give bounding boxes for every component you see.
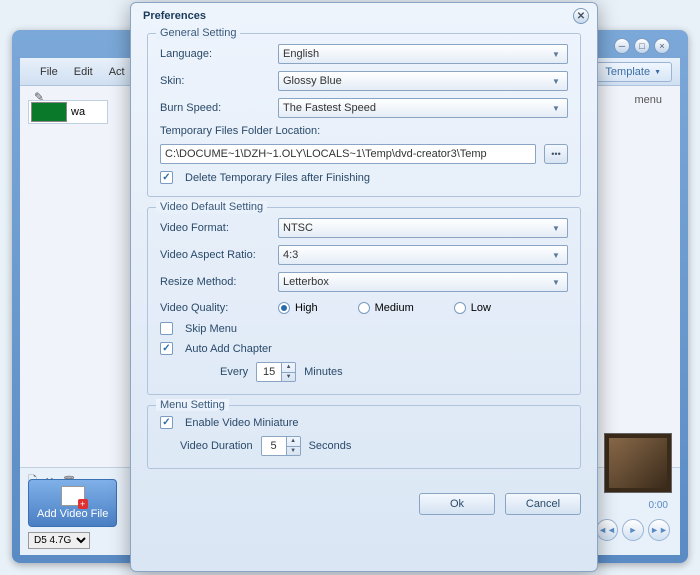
every-label: Every bbox=[220, 366, 248, 378]
auto-chapter-label: Auto Add Chapter bbox=[185, 343, 272, 355]
video-format-label: Video Format: bbox=[160, 222, 270, 234]
menu-setting-group: Menu Setting ✓ Enable Video Miniature Vi… bbox=[147, 405, 581, 469]
duration-spinner[interactable]: 5 ▲▼ bbox=[261, 436, 301, 456]
close-window-button[interactable]: × bbox=[654, 38, 670, 54]
time-display: 0:00 bbox=[649, 500, 668, 511]
auto-chapter-checkbox[interactable]: ✓ bbox=[160, 342, 173, 355]
chevron-down-icon: ▼ bbox=[549, 101, 563, 115]
file-plus-icon bbox=[61, 486, 85, 506]
quality-low-label: Low bbox=[471, 302, 491, 314]
chevron-down-icon: ▼ bbox=[549, 74, 563, 88]
chapter-interval-spinner[interactable]: 15 ▲▼ bbox=[256, 362, 296, 382]
cancel-button[interactable]: Cancel bbox=[505, 493, 581, 515]
maximize-button[interactable]: □ bbox=[634, 38, 650, 54]
quality-medium-radio[interactable] bbox=[358, 302, 370, 314]
video-thumb[interactable]: wa bbox=[28, 100, 108, 124]
burn-speed-select[interactable]: The Fastest Speed▼ bbox=[278, 98, 568, 118]
general-legend: General Setting bbox=[156, 27, 240, 39]
aspect-ratio-select[interactable]: 4:3▼ bbox=[278, 245, 568, 265]
spinner-up-icon[interactable]: ▲ bbox=[282, 363, 295, 373]
browse-button[interactable]: ••• bbox=[544, 144, 568, 164]
dialog-title: Preferences bbox=[143, 10, 206, 22]
add-video-button[interactable]: Add Video File bbox=[28, 479, 117, 527]
skin-label: Skin: bbox=[160, 75, 270, 87]
chevron-down-icon: ▼ bbox=[549, 47, 563, 61]
aspect-ratio-label: Video Aspect Ratio: bbox=[160, 249, 270, 261]
spinner-down-icon[interactable]: ▼ bbox=[282, 373, 295, 382]
skip-menu-checkbox[interactable] bbox=[160, 322, 173, 335]
enable-miniature-label: Enable Video Miniature bbox=[185, 417, 299, 429]
video-default-group: Video Default Setting Video Format: NTSC… bbox=[147, 207, 581, 395]
enable-miniature-checkbox[interactable]: ✓ bbox=[160, 416, 173, 429]
language-label: Language: bbox=[160, 48, 270, 60]
chevron-down-icon: ▼ bbox=[549, 248, 563, 262]
skin-select[interactable]: Glossy Blue▼ bbox=[278, 71, 568, 91]
close-icon[interactable]: ✕ bbox=[573, 8, 589, 24]
menu-legend: Menu Setting bbox=[156, 399, 229, 411]
video-legend: Video Default Setting bbox=[156, 201, 267, 213]
play-button[interactable]: ► bbox=[622, 519, 644, 541]
menu-label: menu bbox=[634, 94, 662, 106]
temp-folder-input[interactable]: C:\DOCUME~1\DZH~1.OLY\LOCALS~1\Temp\dvd-… bbox=[160, 144, 536, 164]
next-button[interactable]: ►► bbox=[648, 519, 670, 541]
video-duration-label: Video Duration bbox=[180, 440, 253, 452]
disc-selector[interactable]: D5 4.7G bbox=[28, 532, 90, 549]
menu-file[interactable]: File bbox=[34, 64, 64, 80]
general-setting-group: General Setting Language: English▼ Skin:… bbox=[147, 33, 581, 197]
thumb-image bbox=[31, 102, 67, 122]
menu-act[interactable]: Act bbox=[103, 64, 131, 80]
delete-temp-label: Delete Temporary Files after Finishing bbox=[185, 172, 370, 184]
quality-medium-label: Medium bbox=[375, 302, 414, 314]
temp-folder-label: Temporary Files Folder Location: bbox=[160, 125, 320, 137]
delete-temp-checkbox[interactable]: ✓ bbox=[160, 171, 173, 184]
quality-low-radio[interactable] bbox=[454, 302, 466, 314]
preferences-dialog: Preferences ✕ General Setting Language: … bbox=[130, 2, 598, 572]
spinner-down-icon[interactable]: ▼ bbox=[287, 447, 300, 456]
resize-method-label: Resize Method: bbox=[160, 276, 270, 288]
resize-method-select[interactable]: Letterbox▼ bbox=[278, 272, 568, 292]
seconds-label: Seconds bbox=[309, 440, 352, 452]
thumb-label: wa bbox=[71, 106, 85, 118]
preview-pane bbox=[604, 433, 672, 493]
language-select[interactable]: English▼ bbox=[278, 44, 568, 64]
minimize-button[interactable]: ─ bbox=[614, 38, 630, 54]
quality-high-label: High bbox=[295, 302, 318, 314]
skip-menu-label: Skip Menu bbox=[185, 323, 237, 335]
menu-edit[interactable]: Edit bbox=[68, 64, 99, 80]
spinner-up-icon[interactable]: ▲ bbox=[287, 437, 300, 447]
ok-button[interactable]: Ok bbox=[419, 493, 495, 515]
burn-speed-label: Burn Speed: bbox=[160, 102, 270, 114]
template-button[interactable]: Template▼ bbox=[594, 62, 672, 82]
menubar: File Edit Act bbox=[34, 64, 131, 80]
chevron-down-icon: ▼ bbox=[549, 275, 563, 289]
prev-button[interactable]: ◄◄ bbox=[596, 519, 618, 541]
quality-high-radio[interactable] bbox=[278, 302, 290, 314]
minutes-label: Minutes bbox=[304, 366, 343, 378]
video-quality-label: Video Quality: bbox=[160, 302, 270, 314]
dropdown-icon: ▼ bbox=[654, 69, 661, 76]
video-format-select[interactable]: NTSC▼ bbox=[278, 218, 568, 238]
chevron-down-icon: ▼ bbox=[549, 221, 563, 235]
